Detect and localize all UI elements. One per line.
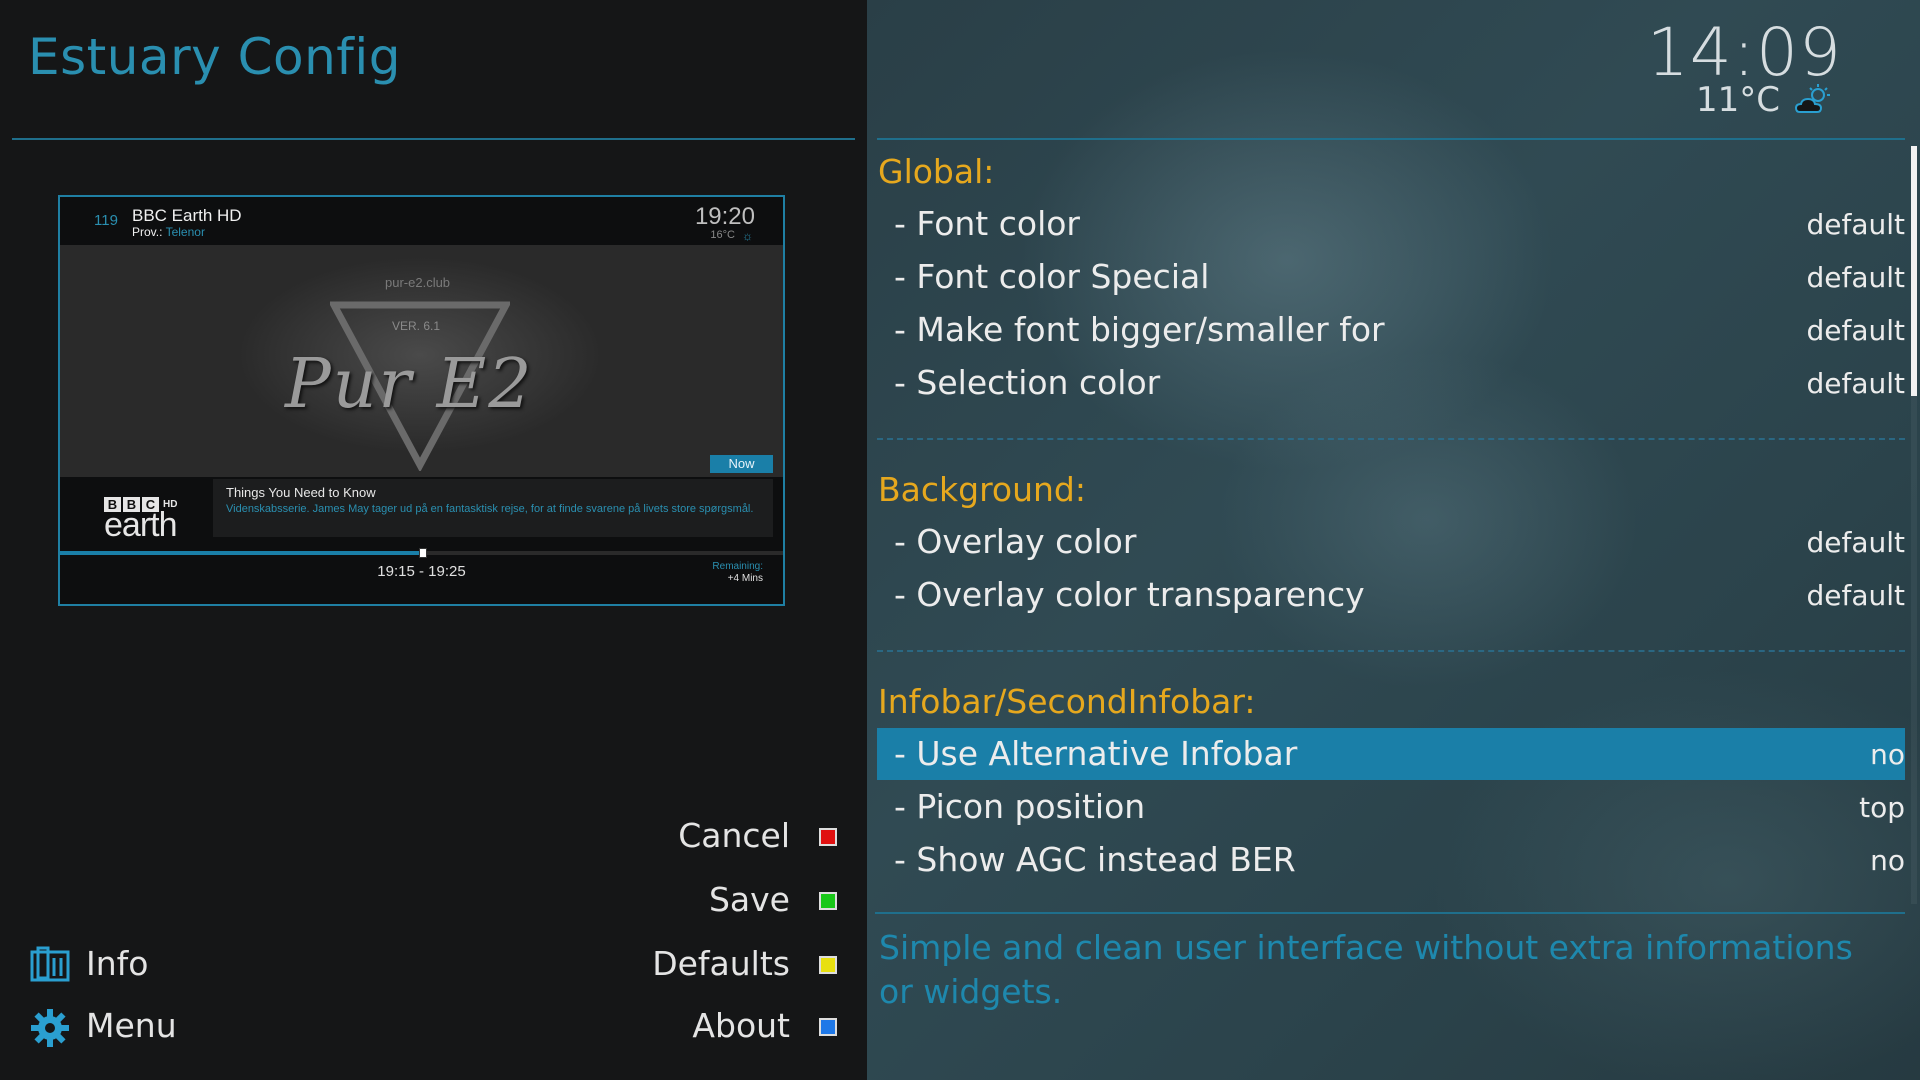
provider-value: Telenor [165, 225, 205, 239]
page-title: Estuary Config [28, 28, 402, 86]
gear-icon [31, 1009, 69, 1047]
setting-picon-position[interactable]: - Picon position top [877, 781, 1905, 833]
setting-value: no [1870, 844, 1905, 877]
red-key-icon [819, 828, 837, 846]
provider: Prov.: Telenor [132, 225, 205, 239]
setting-font-color-special[interactable]: - Font color Special default [877, 251, 1905, 303]
pure2-logo: Pur E2 [285, 345, 534, 424]
channel-logo: B B C HD earth [104, 497, 192, 544]
remaining: Remaining: +4 Mins [712, 561, 763, 585]
setting-overlay-transparency[interactable]: - Overlay color transparency default [877, 569, 1905, 621]
scrollbar-thumb[interactable] [1911, 146, 1917, 396]
about-button[interactable]: About [692, 1006, 790, 1045]
setting-value: default [1806, 526, 1905, 559]
channel-name: BBC Earth HD [132, 206, 242, 225]
preview-temperature: 16°C [710, 229, 735, 241]
setting-label: - Font color Special [894, 257, 1210, 296]
setting-label: - Overlay color transparency [894, 575, 1365, 614]
partly-cloudy-icon [1794, 84, 1830, 113]
setting-value: default [1806, 208, 1905, 241]
program-description: Videnskabsserie. James May tager ud på e… [226, 503, 754, 515]
setting-show-agc[interactable]: - Show AGC instead BER no [877, 834, 1905, 886]
progress-fill [60, 551, 422, 555]
setting-label: - Picon position [894, 787, 1146, 826]
info-icon [30, 946, 70, 982]
remaining-label: Remaining: [712, 561, 763, 572]
setting-label: - Make font bigger/smaller for [894, 310, 1385, 349]
save-button[interactable]: Save [709, 880, 790, 919]
setting-value: default [1806, 367, 1905, 400]
setting-value: default [1806, 261, 1905, 294]
preview-picture: pur-e2.club VER. 6.1 Pur E2 [60, 245, 783, 477]
title-divider [12, 138, 855, 140]
preview-time: 19:20 [694, 203, 755, 230]
setting-label: - Font color [894, 204, 1080, 243]
remaining-value: +4 Mins [727, 573, 763, 584]
help-text: Simple and clean user interface without … [879, 928, 1853, 1011]
section-divider [877, 650, 1905, 652]
section-global: Global: [878, 152, 995, 191]
preview-infobar: B B C HD earth Things You Need to Know V… [60, 477, 783, 604]
program-info: Things You Need to Know Videnskabsserie.… [213, 479, 773, 537]
blue-key-icon [819, 1018, 837, 1036]
section-infobar: Infobar/SecondInfobar: [878, 682, 1256, 721]
site-text: pur-e2.club [385, 275, 451, 290]
weather-temperature: 11°C [1695, 80, 1780, 120]
green-key-icon [819, 892, 837, 910]
setting-value: default [1806, 579, 1905, 612]
setting-value: default [1806, 314, 1905, 347]
preview-header: 119 BBC Earth HD Prov.: Telenor 19:20 16… [60, 197, 783, 245]
setting-label: - Overlay color [894, 522, 1137, 561]
help-divider [875, 912, 1905, 914]
setting-alternative-infobar[interactable]: - Use Alternative Infobar no [877, 728, 1905, 780]
sun-icon: ☼ [742, 229, 753, 243]
setting-label: - Use Alternative Infobar [894, 734, 1298, 773]
yellow-key-icon [819, 956, 837, 974]
setting-font-size[interactable]: - Make font bigger/smaller for default [877, 304, 1905, 356]
program-time-range: 19:15 - 19:25 [377, 563, 466, 580]
now-badge: Now [710, 455, 773, 473]
program-progress [60, 548, 783, 558]
setting-font-color[interactable]: - Font color default [877, 198, 1905, 250]
section-divider [877, 438, 1905, 440]
channel-number: 119 [94, 212, 118, 229]
defaults-button[interactable]: Defaults [652, 944, 790, 983]
setting-label: - Selection color [894, 363, 1161, 402]
progress-knob [418, 548, 427, 558]
bbc-earth: earth [104, 506, 178, 544]
menu-label: Menu [86, 1006, 177, 1045]
provider-label: Prov.: [132, 225, 163, 239]
setting-value: no [1870, 738, 1905, 771]
setting-value: top [1859, 791, 1905, 824]
infobar-preview: 119 BBC Earth HD Prov.: Telenor 19:20 16… [58, 195, 785, 606]
section-background: Background: [878, 470, 1086, 509]
setting-label: - Show AGC instead BER [894, 840, 1296, 879]
info-label: Info [86, 944, 149, 983]
setting-selection-color[interactable]: - Selection color default [877, 357, 1905, 409]
version-text: VER. 6.1 [392, 319, 441, 333]
list-top-divider [877, 138, 1905, 140]
cancel-button[interactable]: Cancel [678, 816, 790, 855]
setting-overlay-color[interactable]: - Overlay color default [877, 516, 1905, 568]
program-title: Things You Need to Know [226, 485, 376, 500]
